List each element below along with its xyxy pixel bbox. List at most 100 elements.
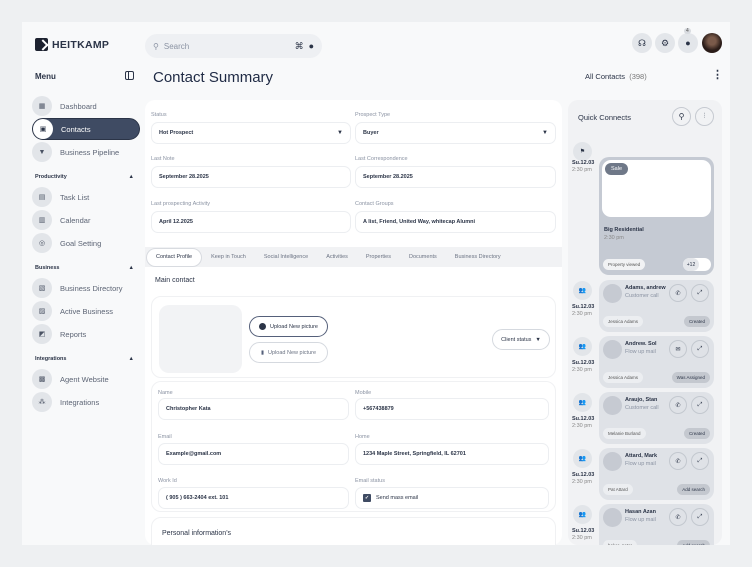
- contact-avatar: [603, 396, 622, 415]
- gear-icon[interactable]: ⚙: [655, 33, 675, 53]
- dashboard-icon: ▦: [32, 96, 52, 116]
- delete-picture-button[interactable]: ▮ Upload New picture: [249, 342, 328, 363]
- email-status-field[interactable]: ✓ Send mass email: [355, 487, 549, 509]
- sidebar-item-goal-setting[interactable]: ◎ Goal Setting: [32, 232, 140, 254]
- profile-photo-placeholder[interactable]: [159, 305, 242, 373]
- prospect-type-value: Buyer: [363, 130, 379, 136]
- section-title: Integrations: [35, 355, 67, 362]
- tab-activities[interactable]: Activities: [317, 254, 357, 260]
- expand-icon[interactable]: ⤢: [691, 452, 709, 470]
- count-toggle[interactable]: +12: [683, 258, 711, 271]
- work-id-field[interactable]: ( 905 ) 663-2404 ext. 101: [158, 487, 349, 509]
- personal-info-section: Personal information's: [151, 517, 556, 545]
- phone-icon[interactable]: ✆: [669, 508, 687, 526]
- sidebar-item-label: Business Pipeline: [60, 147, 120, 157]
- status-tag: Was Assigned: [671, 372, 710, 383]
- name-field[interactable]: Christopher Kata: [158, 398, 349, 420]
- sidebar-item-agent-website[interactable]: ▩ Agent Website: [32, 368, 140, 390]
- sidebar-item-contacts[interactable]: ▣ Contacts: [32, 118, 140, 140]
- sidebar-item-active-business[interactable]: ▨ Active Business: [32, 300, 140, 322]
- mobile-field[interactable]: +567438879: [355, 398, 549, 420]
- expand-icon[interactable]: ⤢: [691, 396, 709, 414]
- home-field[interactable]: 1234 Maple Street, Springfield, IL 62701: [355, 443, 549, 465]
- search-icon[interactable]: ⚲: [672, 107, 691, 126]
- brand-logo: HEITKAMP: [35, 38, 109, 51]
- expand-icon[interactable]: ⤢: [691, 340, 709, 358]
- sidebar-item-integrations[interactable]: ⁂ Integrations: [32, 391, 140, 413]
- sidebar-section-integrations[interactable]: Integrations ▲: [32, 346, 140, 368]
- date-text: Su.12.03: [572, 416, 595, 422]
- search-input[interactable]: Search: [164, 42, 189, 51]
- checkbox-checked-icon[interactable]: ✓: [363, 494, 371, 502]
- featured-time: 2:30 pm: [604, 235, 624, 241]
- caret-down-icon: ▼: [542, 130, 548, 136]
- filter-icon[interactable]: ⫶: [695, 107, 714, 126]
- tab-documents[interactable]: Documents: [400, 254, 446, 260]
- bell-icon[interactable]: ● 4: [678, 28, 698, 53]
- time-text: 2:30 pm: [572, 423, 592, 429]
- phone-icon[interactable]: ✆: [669, 396, 687, 414]
- timeline-date: Su.12.03 2:30 pm: [572, 304, 594, 318]
- upload-picture-button[interactable]: Upload New picture: [249, 316, 328, 337]
- upload-icon: [259, 323, 266, 330]
- sidebar-item-business-directory[interactable]: ▧ Business Directory: [32, 277, 140, 299]
- tab-keep-in-touch[interactable]: Keep in Touch: [202, 254, 255, 260]
- last-correspondence-field[interactable]: September 28.2025: [355, 166, 556, 188]
- sidebar-item-label: Business Directory: [60, 283, 123, 293]
- quick-connect-card[interactable]: Andrew. Sol Flow up mail Jessica Adams Was …: [599, 336, 714, 388]
- chevron-up-icon[interactable]: ▲: [129, 174, 134, 180]
- expand-icon[interactable]: ⤢: [691, 508, 709, 526]
- contact-groups-field[interactable]: A list, Friend, United Way, whitecap Alu…: [355, 211, 556, 233]
- more-options-icon[interactable]: ⋮: [712, 70, 723, 81]
- phone-icon[interactable]: ✆: [669, 452, 687, 470]
- sidebar-item-label: Reports: [60, 329, 87, 339]
- sidebar-section-business[interactable]: Business ▲: [32, 255, 140, 277]
- tab-social-intelligence[interactable]: Social Intelligence: [255, 254, 317, 260]
- personal-info-title: Personal information's: [162, 530, 232, 537]
- all-contacts-dropdown[interactable]: All Contacts (398): [585, 72, 647, 81]
- tab-properties[interactable]: Properties: [357, 254, 400, 260]
- sidebar-collapse-icon[interactable]: [125, 71, 134, 80]
- caret-down-icon: ▼: [337, 130, 343, 136]
- quick-connect-card[interactable]: Attard, Mark Flow up mail Pat Attard Add se…: [599, 448, 714, 500]
- chevron-up-icon[interactable]: ▲: [129, 356, 134, 362]
- last-note-field[interactable]: September 28.2025: [151, 166, 351, 188]
- sidebar-item-dashboard[interactable]: ▦ Dashboard: [32, 95, 140, 117]
- agent-website-icon: ▩: [32, 369, 52, 389]
- time-text: 2:30 pm: [572, 479, 592, 485]
- sidebar-section-productivity[interactable]: Productivity ▲: [32, 164, 140, 186]
- quick-connect-card[interactable]: Adams, andrew Customer call Jessica Adams C…: [599, 280, 714, 332]
- tab-contact-profile[interactable]: Contact Profile: [146, 247, 203, 267]
- sidebar-item-business-pipeline[interactable]: ▼ Business Pipeline: [32, 141, 140, 163]
- all-contacts-count: (398): [629, 72, 647, 81]
- phone-icon[interactable]: ✆: [669, 284, 687, 302]
- sidebar-item-reports[interactable]: ◩ Reports: [32, 323, 140, 345]
- status-select[interactable]: Hot Prospect ▼: [151, 122, 351, 144]
- quick-connects-panel: Quick Connects ⚲ ⫶ ⚑ Su.12.03 2:30 pm Sal…: [568, 100, 722, 545]
- business-directory-icon: ▧: [32, 278, 52, 298]
- timeline-date: Su.12.03 2:30 pm: [572, 360, 594, 374]
- email-field[interactable]: Example@gmail.com: [158, 443, 349, 465]
- name-label: Name: [158, 390, 173, 396]
- sidebar-item-calendar[interactable]: ▥ Calendar: [32, 209, 140, 231]
- headset-icon[interactable]: ☊: [632, 33, 652, 53]
- last-activity-field[interactable]: April 12.2025: [151, 211, 351, 233]
- brand-name: HEITKAMP: [52, 38, 110, 51]
- prospect-type-select[interactable]: Buyer ▼: [355, 122, 556, 144]
- chevron-up-icon[interactable]: ▲: [129, 265, 134, 271]
- search-bar[interactable]: ⚲ Search ⌘ ●: [145, 34, 322, 58]
- expand-icon[interactable]: ⤢: [691, 284, 709, 302]
- sidebar-item-label: Integrations: [60, 397, 100, 407]
- business-pipeline-icon: ▼: [32, 142, 52, 162]
- sidebar-item-task-list[interactable]: ▤ Task List: [32, 186, 140, 208]
- tab-business-directory[interactable]: Business Directory: [446, 254, 510, 260]
- mail-icon[interactable]: ✉: [669, 340, 687, 358]
- email-status-label: Email status: [355, 478, 385, 484]
- quick-connect-card[interactable]: Hasan Azan Flow up mail baker .peter Add se…: [599, 504, 714, 545]
- quick-connect-card[interactable]: Araujo, Stan Customer call Melanie Burland…: [599, 392, 714, 444]
- user-avatar[interactable]: [702, 33, 722, 53]
- microphone-icon[interactable]: ●: [309, 41, 314, 51]
- client-status-dropdown[interactable]: Client status ▼: [492, 329, 550, 350]
- email-label: Email: [158, 434, 172, 440]
- featured-connect-card[interactable]: Sale Big Residential 2:30 pm Property vi…: [599, 157, 714, 275]
